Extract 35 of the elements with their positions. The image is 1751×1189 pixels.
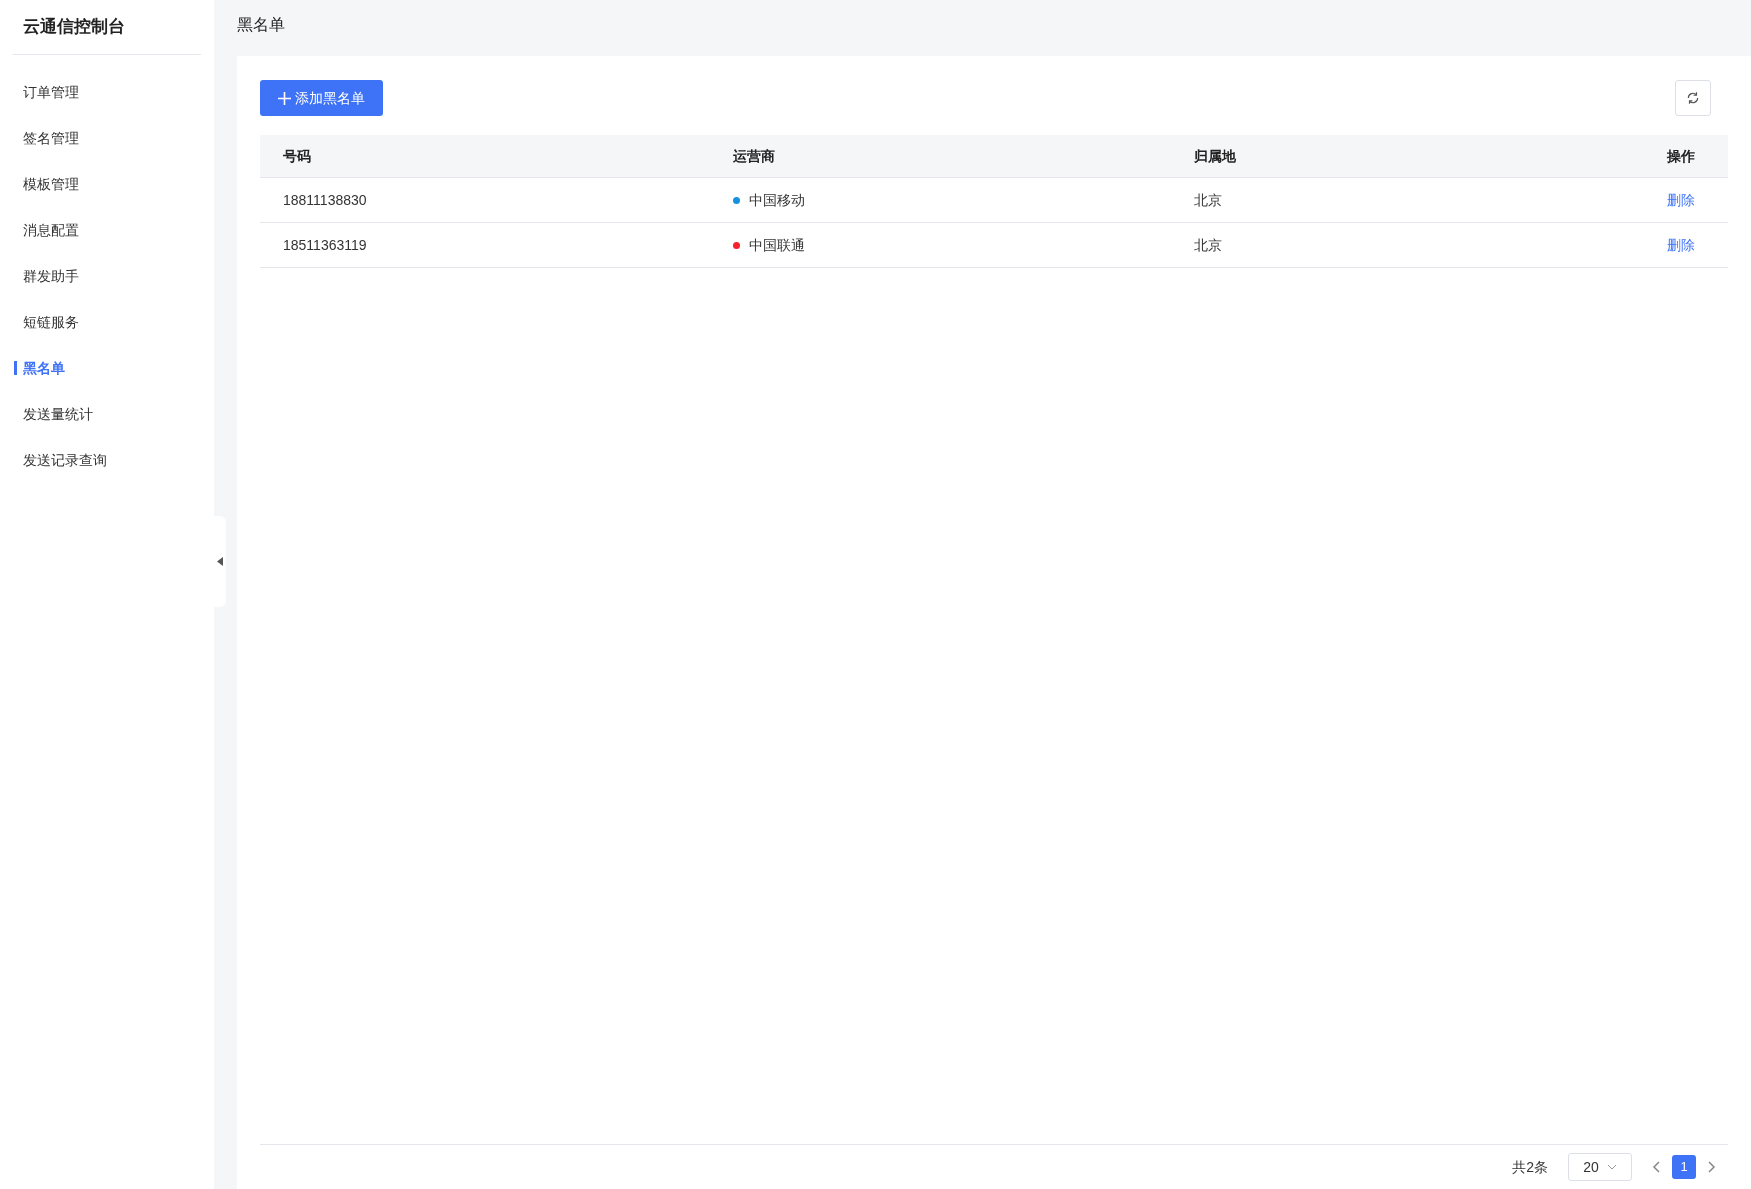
delete-link[interactable]: 删除 <box>1667 234 1695 256</box>
sidebar-item[interactable]: 发送记录查询 <box>0 437 214 483</box>
sidebar-item[interactable]: 发送量统计 <box>0 391 214 437</box>
app-title: 云通信控制台 <box>23 16 125 39</box>
column-header: 归属地 <box>1194 146 1236 166</box>
refresh-icon <box>1686 91 1700 105</box>
column-header: 操作 <box>1667 146 1695 166</box>
refresh-button[interactable] <box>1675 80 1711 116</box>
sidebar-item[interactable]: 群发助手 <box>0 253 214 299</box>
chevron-left-icon[interactable] <box>1652 1161 1660 1173</box>
page-title: 黑名单 <box>237 15 285 35</box>
delete-link[interactable]: 删除 <box>1667 189 1695 211</box>
chevron-right-icon[interactable] <box>1708 1161 1716 1173</box>
table-cell-text: 北京 <box>1194 190 1222 210</box>
table-cell-text: 18811138830 <box>283 190 367 210</box>
collapse-handle[interactable] <box>214 516 226 607</box>
column-header: 运营商 <box>733 146 775 166</box>
table-cell-text: 北京 <box>1194 235 1222 255</box>
sidebar-item[interactable]: 订单管理 <box>0 69 214 115</box>
sidebar-item[interactable]: 消息配置 <box>0 207 214 253</box>
caret-left-icon <box>217 557 223 566</box>
sidebar-item[interactable]: 短链服务 <box>0 299 214 345</box>
sidebar-item[interactable]: 签名管理 <box>0 115 214 161</box>
page-button[interactable]: 1 <box>1672 1155 1696 1179</box>
table-cell-text: 中国移动 <box>749 190 805 210</box>
table-cell-text: 18511363119 <box>283 235 367 255</box>
table-cell-text: 中国联通 <box>749 235 805 255</box>
add-button[interactable]: 添加黑名单 <box>260 80 383 116</box>
sidebar-item[interactable]: 模板管理 <box>0 161 214 207</box>
total-count: 共2条 <box>1512 1157 1548 1177</box>
chevron-down-icon <box>1606 1164 1617 1170</box>
plus-icon <box>278 91 291 105</box>
column-header: 号码 <box>283 146 311 166</box>
sidebar-item[interactable]: 黑名单 <box>0 345 214 391</box>
page-size-select[interactable]: 20 <box>1568 1153 1632 1181</box>
